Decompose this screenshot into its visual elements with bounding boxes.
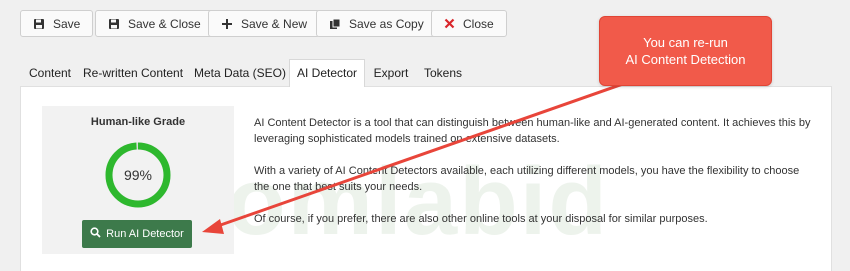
tab-export[interactable]: Export [366,59,416,86]
save-as-copy-label: Save as Copy [349,16,424,31]
save-new-label: Save & New [241,16,308,31]
description-paragraph-2: With a variety of AI Content Detectors a… [254,165,800,193]
close-label: Close [463,16,494,31]
tab-rewritten-content[interactable]: Re-written Content [82,59,183,86]
run-ai-detector-label: Run AI Detector [106,228,184,240]
description-paragraph-3: Of course, if you prefer, there are also… [254,213,708,225]
save-icon [33,18,45,30]
save-icon [108,18,120,30]
copy-icon [329,18,341,30]
grade-box: Human-like Grade 99% Run AI Detector [42,106,234,254]
close-button[interactable]: Close [431,10,507,37]
description-paragraph-1: AI Content Detector is a tool that can d… [254,117,811,145]
grade-percent: 99% [123,167,153,183]
save-label: Save [53,16,81,31]
close-icon [444,18,455,29]
annotation-line-1: You can re-run [643,35,728,50]
tab-ai-detector[interactable]: AI Detector [289,59,365,87]
annotation-callout: You can re-run AI Content Detection [599,16,772,86]
save-close-label: Save & Close [128,16,201,31]
plus-icon [221,18,233,30]
run-ai-detector-button[interactable]: Run AI Detector [82,220,192,248]
save-as-copy-button[interactable]: Save as Copy [316,10,437,37]
tab-meta-data-seo[interactable]: Meta Data (SEO) [190,59,290,86]
tab-content[interactable]: Content [20,59,80,86]
tab-tokens[interactable]: Tokens [418,59,468,86]
annotation-line-2: AI Content Detection [625,52,746,67]
description: AI Content Detector is a tool that can d… [254,115,814,243]
save-button[interactable]: Save [20,10,94,37]
search-icon [90,227,101,241]
save-new-button[interactable]: Save & New [208,10,321,37]
save-close-button[interactable]: Save & Close [95,10,214,37]
grade-title: Human-like Grade [90,116,186,128]
